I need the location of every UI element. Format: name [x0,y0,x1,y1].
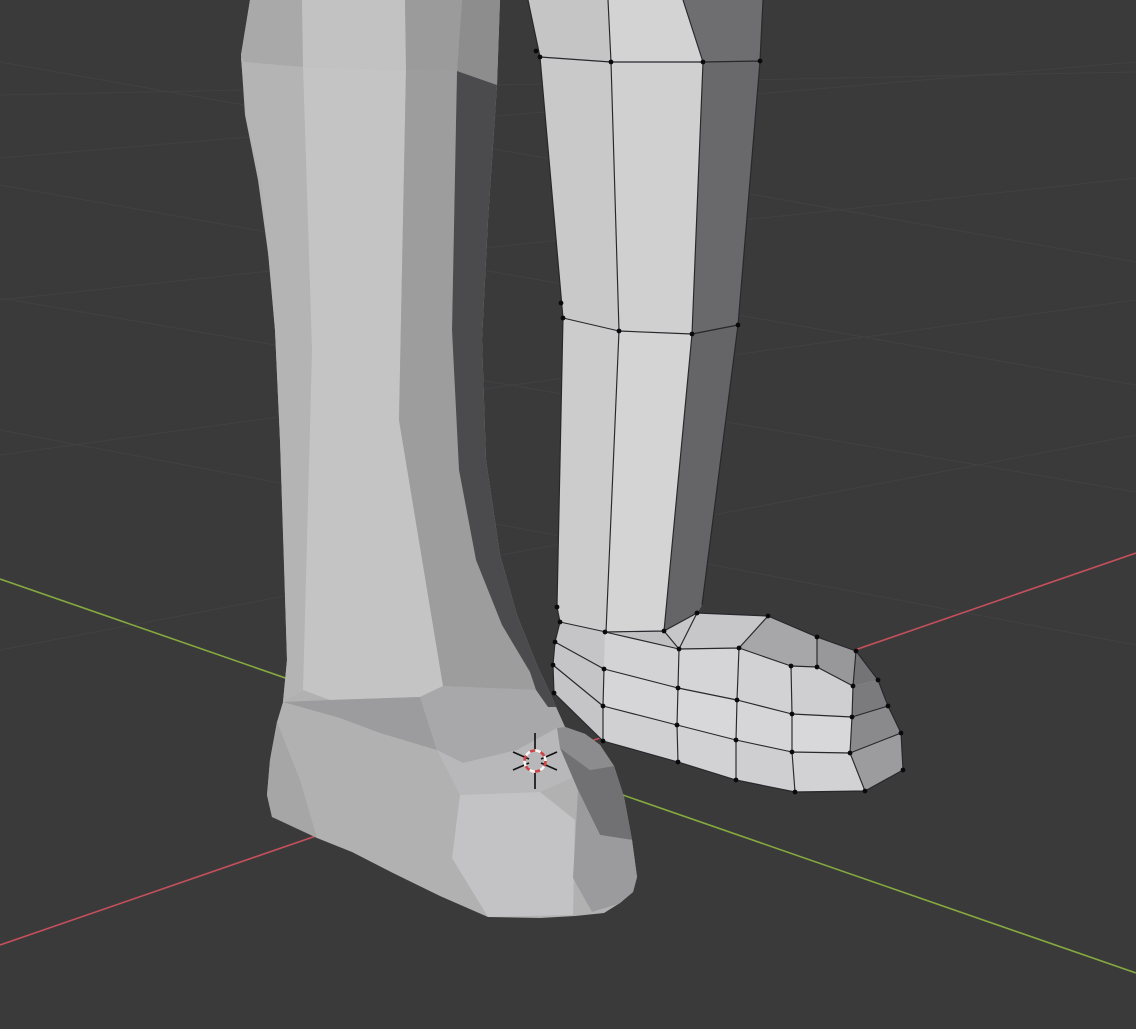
mesh-vertex-dot[interactable] [848,751,853,756]
3d-viewport[interactable] [0,0,1136,1029]
mesh-vertex-dot[interactable] [603,630,608,635]
viewport-canvas[interactable] [0,0,1136,1029]
mesh-vertex-dot[interactable] [815,665,820,670]
mesh-vertex-dot[interactable] [534,49,539,54]
mesh-vertex-dot[interactable] [851,684,856,689]
left-leg-facet [302,0,406,70]
mesh-vertex-dot[interactable] [863,789,868,794]
mesh-vertex-dot[interactable] [617,329,622,334]
edit-foot-facet [792,714,852,753]
mesh-vertex-dot[interactable] [559,301,564,306]
mesh-vertex-dot[interactable] [736,323,741,328]
mesh-vertex-dot[interactable] [758,59,763,64]
mesh-vertex-dot[interactable] [676,760,681,765]
mesh-vertex-dot[interactable] [899,731,904,736]
left-leg-facet [405,0,462,71]
mesh-vertex-dot[interactable] [734,738,739,743]
mesh-vertex-dot[interactable] [695,611,700,616]
mesh-vertex-dot[interactable] [876,678,881,683]
mesh-vertex-dot[interactable] [677,647,682,652]
left-leg-facet [241,0,303,67]
mesh-vertex-dot[interactable] [737,646,742,651]
mesh-vertex-dot[interactable] [815,635,820,640]
mesh-vertex-dot[interactable] [601,704,606,709]
mesh-vertex-dot[interactable] [886,704,891,709]
mesh-vertex-dot[interactable] [850,715,855,720]
mesh-vertex-dot[interactable] [854,649,859,654]
mesh-vertex-dot[interactable] [601,739,606,744]
mesh-vertex-dot[interactable] [790,712,795,717]
mesh-vertex-dot[interactable] [690,332,695,337]
mesh-vertex-dot[interactable] [701,60,706,65]
mesh-vertex-dot[interactable] [901,768,906,773]
mesh-vertex-dot[interactable] [552,691,557,696]
mesh-vertex-dot[interactable] [553,640,558,645]
left-leg-facet [457,0,500,85]
mesh-vertex-dot[interactable] [558,620,563,625]
mesh-vertex-dot[interactable] [561,316,566,321]
mesh-vertex-dot[interactable] [676,686,681,691]
mesh-vertex-dot[interactable] [735,698,740,703]
mesh-vertex-dot[interactable] [734,778,739,783]
mesh-vertex-dot[interactable] [793,790,798,795]
mesh-vertex-dot[interactable] [555,605,560,610]
mesh-vertex-dot[interactable] [766,614,771,619]
mesh-vertex-dot[interactable] [790,750,795,755]
edit-leg-facet [528,0,611,62]
mesh-vertex-dot[interactable] [538,55,543,60]
mesh-vertex-dot[interactable] [609,60,614,65]
mesh-vertex-dot[interactable] [602,667,607,672]
mesh-vertex-dot[interactable] [551,663,556,668]
mesh-vertex-dot[interactable] [662,629,667,634]
mesh-vertex-dot[interactable] [789,664,794,669]
edit-leg-facet [611,62,703,334]
mesh-vertex-dot[interactable] [675,723,680,728]
